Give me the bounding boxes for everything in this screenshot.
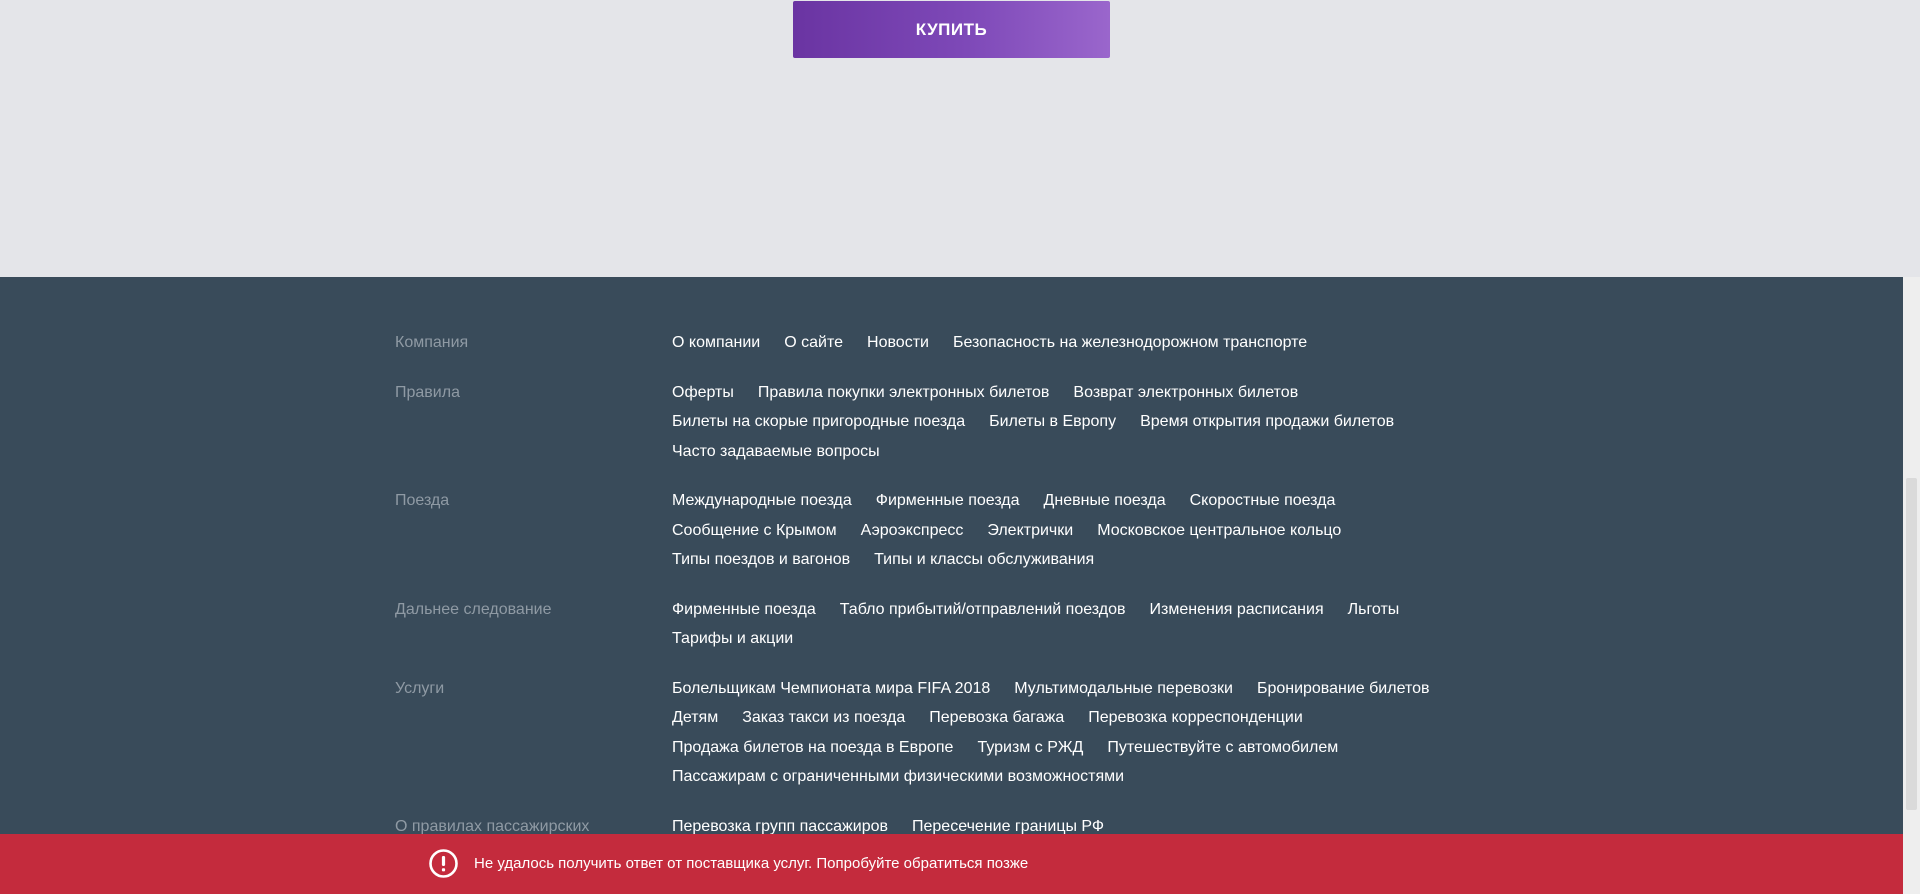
footer-link-row: Часто задаваемые вопросы [672, 437, 1575, 467]
error-notification: Не удалось получить ответ от поставщика … [0, 834, 1903, 894]
footer-link[interactable]: Мультимодальные перевозки [1014, 674, 1233, 704]
site-footer: Компания О компании О сайте Новости Безопасн… [0, 277, 1903, 894]
footer-link[interactable]: Изменения расписания [1150, 595, 1324, 625]
footer-link-row: Пассажирам с ограниченными физическими в… [672, 762, 1575, 792]
footer-link[interactable]: Возврат электронных билетов [1073, 378, 1298, 408]
footer-link-row: Тарифы и акции [672, 624, 1575, 654]
footer-link-row: Оферты Правила покупки электронных билето… [672, 378, 1575, 408]
footer-link-row: Продажа билетов на поезда в Европе Туризм… [672, 733, 1575, 763]
footer-link-row: О компании О сайте Новости Безопасность на … [672, 328, 1575, 358]
footer-section-title: Услуги [395, 679, 445, 697]
footer-link[interactable]: Заказ такси из поезда [742, 703, 905, 733]
footer-link[interactable]: Билеты на скорые пригородные поезда [672, 407, 965, 437]
footer-link[interactable]: Фирменные поезда [876, 486, 1020, 516]
footer-link[interactable]: Болельщикам Чемпионата мира FIFA 2018 [672, 674, 990, 704]
footer-link-row: Болельщикам Чемпионата мира FIFA 2018 Мул… [672, 674, 1575, 704]
footer-link[interactable]: Льготы [1348, 595, 1400, 625]
footer-link[interactable]: Фирменные поезда [672, 595, 816, 625]
footer-link[interactable]: Оферты [672, 378, 734, 408]
footer-link[interactable]: Международные поезда [672, 486, 852, 516]
footer-link[interactable]: Время открытия продажи билетов [1140, 407, 1394, 437]
footer-section: Компания О компании О сайте Новости Безопасн… [395, 328, 1575, 358]
footer-section-title: Поезда [395, 492, 450, 509]
footer-link[interactable]: Перевозка корреспонденции [1088, 703, 1303, 733]
footer-link[interactable]: Типы поездов и вагонов [672, 545, 850, 575]
footer-link-list: Болельщикам Чемпионата мира FIFA 2018 Мул… [672, 674, 1575, 792]
footer-link[interactable]: Скоростные поезда [1190, 486, 1336, 516]
footer-link[interactable]: О сайте [784, 328, 843, 358]
footer-link-row: Международные поезда Фирменные поезда Днев… [672, 486, 1575, 516]
footer-link[interactable]: Новости [867, 328, 929, 358]
footer-link-row: Фирменные поезда Табло прибытий/отправлен… [672, 595, 1575, 625]
footer-link[interactable]: Дневные поезда [1044, 486, 1166, 516]
footer-link[interactable]: Перевозка багажа [929, 703, 1064, 733]
footer-link[interactable]: Путешествуйте с автомобилем [1107, 733, 1338, 763]
footer-section-title: Компания [395, 334, 469, 351]
footer-link[interactable]: О компании [672, 328, 760, 358]
footer-section-title: Дальнее следование [395, 600, 552, 618]
exclamation-circle-icon [429, 849, 458, 878]
footer-section: Услуги Болельщикам Чемпионата мира FIFA 2… [395, 674, 1575, 792]
footer-section: Поезда Международные поезда Фирменные поез… [395, 486, 1575, 575]
footer-link[interactable]: Билеты в Европу [989, 407, 1116, 437]
footer-link-row: Билеты на скорые пригородные поезда Билет… [672, 407, 1575, 437]
scrollbar-thumb[interactable] [1906, 478, 1917, 810]
footer-link[interactable]: Аэроэкспресс [861, 516, 964, 546]
footer-link-list: Международные поезда Фирменные поезда Днев… [672, 486, 1575, 575]
footer-section: Дальнее следование Фирменные поезда Табло … [395, 595, 1575, 654]
footer-nav: Компания О компании О сайте Новости Безопасн… [395, 328, 1575, 861]
footer-link[interactable]: Типы и классы обслуживания [874, 545, 1094, 575]
error-message: Не удалось получить ответ от поставщика … [474, 855, 1029, 872]
footer-link[interactable]: Электрички [987, 516, 1073, 546]
footer-link[interactable]: Тарифы и акции [672, 624, 793, 654]
footer-link[interactable]: Московское центральное кольцо [1097, 516, 1341, 546]
content-area: КУПИТЬ [0, 0, 1903, 277]
footer-link-list: О компании О сайте Новости Безопасность на … [672, 328, 1575, 358]
buy-button[interactable]: КУПИТЬ [793, 1, 1110, 58]
footer-link-row: Сообщение с Крымом Аэроэкспресс Электрички… [672, 516, 1575, 546]
footer-link[interactable]: Бронирование билетов [1257, 674, 1430, 704]
footer-link[interactable]: Продажа билетов на поезда в Европе [672, 733, 953, 763]
footer-link[interactable]: Сообщение с Крымом [672, 516, 837, 546]
footer-link[interactable]: Часто задаваемые вопросы [672, 437, 880, 467]
footer-link-row: Типы поездов и вагонов Типы и классы обсл… [672, 545, 1575, 575]
footer-link-list: Оферты Правила покупки электронных билето… [672, 378, 1575, 467]
footer-link[interactable]: Детям [672, 703, 718, 733]
footer-link[interactable]: Табло прибытий/отправлений поездов [840, 595, 1126, 625]
footer-link[interactable]: Правила покупки электронных билетов [758, 378, 1050, 408]
footer-link[interactable]: Туризм с РЖД [977, 733, 1083, 763]
footer-link[interactable]: Пассажирам с ограниченными физическими в… [672, 762, 1124, 792]
footer-section: Правила Оферты Правила покупки электронных… [395, 378, 1575, 467]
footer-link-list: Фирменные поезда Табло прибытий/отправлен… [672, 595, 1575, 654]
footer-link-row: Детям Заказ такси из поезда Перевозка бага… [672, 703, 1575, 733]
footer-section-title: Правила [395, 383, 460, 401]
footer-link[interactable]: Безопасность на железнодорожном транспор… [953, 328, 1307, 358]
